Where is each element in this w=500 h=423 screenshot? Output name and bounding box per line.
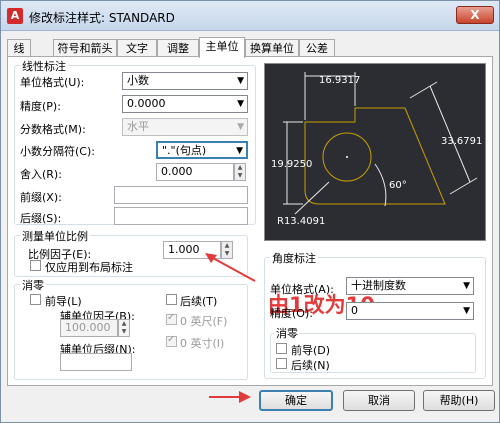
preview-center-mark [346,156,348,158]
preview-dim-radius: R13.4091 [277,216,325,227]
feet-checkbox[interactable] [166,312,177,325]
preview-leader-line [294,181,330,215]
angular-unit-format-value: 十进制度数 [351,279,406,292]
decimal-separator-value: "."(句点) [162,144,207,157]
angular-unit-format-select[interactable]: 十进制度数 ▼ [346,277,474,295]
sub-unit-factor-spinner[interactable]: ▲ ▼ [118,319,130,337]
angular-dimensions-title: 角度标注 [270,250,318,266]
preview-drawing: 16.9317 19.9250 33.6791 60° R13.4091 [271,72,482,227]
feet-label: 0 英尺(F) [180,315,228,328]
annotation-arrow-icon [209,391,251,403]
cancel-button[interactable]: 取消 [343,390,415,411]
preview-dim-angle: 60° [389,180,407,191]
round-off-input[interactable]: 0.000 [156,163,234,181]
spin-up-icon: ▲ [224,242,230,249]
precision-label: 精度(P): [20,100,61,113]
chevron-down-icon: ▼ [237,76,244,86]
chevron-down-icon: ▼ [237,122,244,132]
window-title: 修改标注样式: STANDARD [29,11,175,25]
title-bar: A 修改标注样式: STANDARD X [1,1,499,31]
leading-label: 前导(L) [45,295,82,308]
layout-only-label: 仅应用到布局标注 [45,261,133,274]
trailing-label: 后续(T) [180,295,218,308]
unit-format-select[interactable]: 小数 ▼ [122,72,248,90]
inches-label: 0 英寸(I) [180,337,225,350]
tab-fit[interactable]: 调整 [157,39,199,57]
angular-trailing-checkbox[interactable] [276,358,287,369]
ok-button[interactable]: 确定 [259,390,333,411]
leading-checkbox[interactable] [30,294,41,305]
preview-extension-line [409,81,438,99]
preview-dimension-line [429,85,471,183]
tab-text[interactable]: 文字 [117,39,157,57]
suffix-input[interactable] [114,207,248,225]
fraction-format-value: 水平 [127,120,149,133]
chevron-down-icon: ▼ [237,99,244,109]
chevron-down-icon: ▼ [463,306,470,316]
tab-primary-units[interactable]: 主单位 [199,37,245,58]
decimal-separator-label: 小数分隔符(C): [20,145,95,158]
spin-down-icon: ▼ [121,328,127,335]
tab-tolerances[interactable]: 公差 [299,39,335,57]
help-button[interactable]: 帮助(H) [423,390,495,411]
preview-dim-left: 19.9250 [271,159,312,170]
tab-alternate-units[interactable]: 换算单位 [245,39,299,57]
chevron-down-icon: ▼ [463,281,470,291]
preview-dim-top: 16.9317 [319,75,360,86]
angular-leading-checkbox[interactable] [276,343,287,354]
fraction-format-select[interactable]: 水平 ▼ [122,118,248,136]
preview-dim-right: 33.6791 [441,136,482,147]
angular-leading-label: 前导(D) [291,344,331,357]
chevron-down-icon: ▼ [236,146,243,156]
angular-precision-select[interactable]: 0 ▼ [346,302,474,320]
angular-trailing-label: 后续(N) [291,359,330,372]
unit-format-label: 单位格式(U): [20,76,85,89]
angular-unit-format-label: 单位格式(A): [270,283,334,296]
spin-down-icon: ▼ [237,172,243,179]
prefix-input[interactable] [114,186,248,204]
zero-suppression-title: 消零 [20,277,46,293]
preview-outline [304,107,446,205]
precision-select[interactable]: 0.0000 ▼ [122,95,248,113]
decimal-separator-select[interactable]: "."(句点) ▼ [156,141,248,159]
angular-zero-suppression-title: 消零 [274,325,300,341]
primary-units-pane: 线性标注 单位格式(U): 小数 ▼ 精度(P): 0.0000 ▼ 分数格式(M)… [7,56,493,386]
round-off-spinner[interactable]: ▲ ▼ [234,163,246,181]
spin-up-icon: ▲ [121,320,127,327]
sub-unit-suffix-input[interactable] [60,353,132,371]
preview-angle-arc [374,163,387,207]
dimension-preview: 16.9317 19.9250 33.6791 60° R13.4091 [264,63,486,241]
inches-checkbox[interactable] [166,334,177,347]
unit-format-value: 小数 [127,74,149,87]
suffix-label: 后缀(S): [20,212,62,225]
linear-dimensions-title: 线性标注 [20,58,68,74]
round-off-label: 舍入(R): [20,168,62,181]
autocad-icon: A [7,8,23,24]
sub-unit-factor-input[interactable]: 100.000 [60,319,118,337]
angular-precision-label: 精度(O): [270,307,313,320]
precision-value: 0.0000 [127,97,166,110]
angular-precision-value: 0 [351,304,358,317]
preview-extension-line [449,177,478,195]
dialog-window: A 修改标注样式: STANDARD X 线 符号和箭头 文字 调整 主单位 换… [0,0,500,423]
prefix-label: 前缀(X): [20,191,62,204]
close-button[interactable]: X [456,6,494,24]
measurement-scale-title: 测量单位比例 [20,228,90,244]
spin-up-icon: ▲ [237,164,243,171]
tab-symbols-arrows[interactable]: 符号和箭头 [53,39,117,57]
trailing-checkbox[interactable] [166,294,177,305]
fraction-format-label: 分数格式(M): [20,123,86,136]
tab-lines[interactable]: 线 [7,39,31,57]
layout-only-checkbox[interactable] [30,260,41,271]
annotation-arrow-icon [205,253,256,282]
